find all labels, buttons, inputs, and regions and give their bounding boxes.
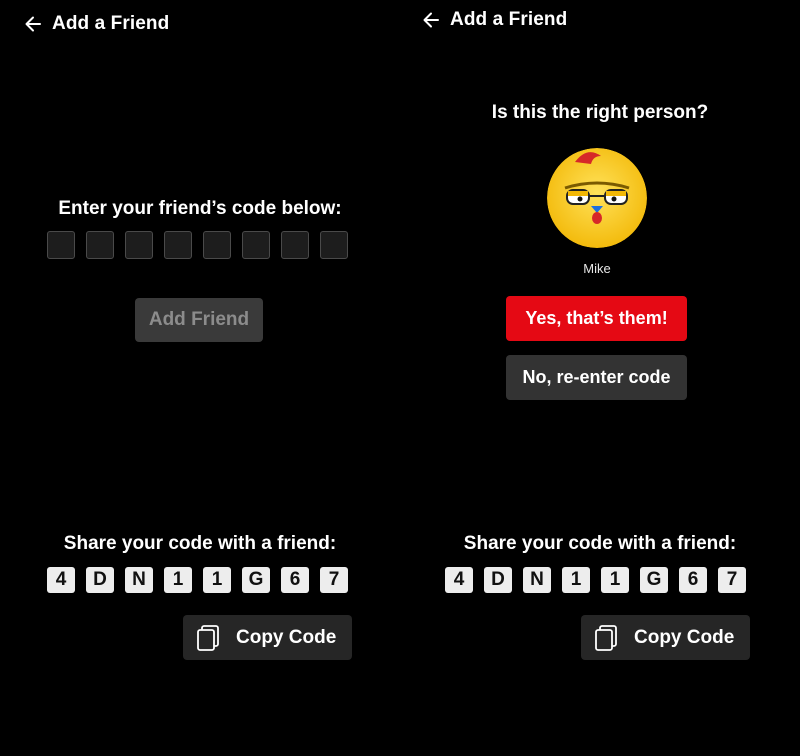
- code-character: 7: [320, 567, 348, 593]
- code-character: 1: [562, 567, 590, 593]
- code-character: N: [125, 567, 153, 593]
- code-input-box[interactable]: [203, 231, 231, 259]
- my-friend-code: 4 D N 1 1 G 6 7: [445, 567, 746, 593]
- copy-code-button[interactable]: Copy Code: [581, 615, 750, 660]
- enter-code-prompt: Enter your friend’s code below:: [58, 198, 342, 219]
- reenter-code-button[interactable]: No, re-enter code: [506, 355, 687, 400]
- share-code-prompt: Share your code with a friend:: [463, 533, 737, 554]
- copy-code-label: Copy Code: [236, 626, 337, 648]
- code-character: G: [640, 567, 668, 593]
- add-friend-button[interactable]: Add Friend: [135, 298, 263, 342]
- code-input-box[interactable]: [281, 231, 309, 259]
- my-friend-code: 4 D N 1 1 G 6 7: [47, 567, 348, 593]
- code-input-box[interactable]: [86, 231, 114, 259]
- code-character: 1: [164, 567, 192, 593]
- code-character: D: [484, 567, 512, 593]
- copy-icon: [594, 624, 620, 652]
- code-character: D: [86, 567, 114, 593]
- code-character: G: [242, 567, 270, 593]
- code-character: 1: [601, 567, 629, 593]
- arrow-left-icon[interactable]: [23, 14, 43, 34]
- code-character: N: [523, 567, 551, 593]
- add-friend-screen-confirm: Add a Friend Is this the right person? M…: [400, 0, 800, 756]
- code-input-box[interactable]: [47, 231, 75, 259]
- code-input-box[interactable]: [164, 231, 192, 259]
- header: Add a Friend: [0, 2, 400, 46]
- code-input-box[interactable]: [125, 231, 153, 259]
- confirm-question: Is this the right person?: [491, 102, 709, 123]
- code-character: 4: [445, 567, 473, 593]
- code-character: 6: [679, 567, 707, 593]
- copy-code-label: Copy Code: [634, 626, 735, 648]
- share-code-prompt: Share your code with a friend:: [63, 533, 337, 554]
- code-input-box[interactable]: [320, 231, 348, 259]
- code-character: 7: [718, 567, 746, 593]
- code-character: 6: [281, 567, 309, 593]
- add-friend-screen-enter-code: Add a Friend Enter your friend’s code be…: [0, 0, 400, 756]
- profile-name: Mike: [583, 261, 611, 276]
- code-character: 4: [47, 567, 75, 593]
- header: Add a Friend: [400, 0, 800, 42]
- copy-code-button[interactable]: Copy Code: [183, 615, 352, 660]
- page-title: Add a Friend: [450, 9, 568, 30]
- page-title: Add a Friend: [52, 13, 170, 34]
- chicken-avatar: [547, 148, 647, 248]
- code-input-box[interactable]: [242, 231, 270, 259]
- copy-icon: [196, 624, 222, 652]
- code-character: 1: [203, 567, 231, 593]
- arrow-left-icon[interactable]: [421, 10, 441, 30]
- confirm-yes-button[interactable]: Yes, that’s them!: [506, 296, 687, 341]
- friend-code-input[interactable]: [47, 231, 348, 259]
